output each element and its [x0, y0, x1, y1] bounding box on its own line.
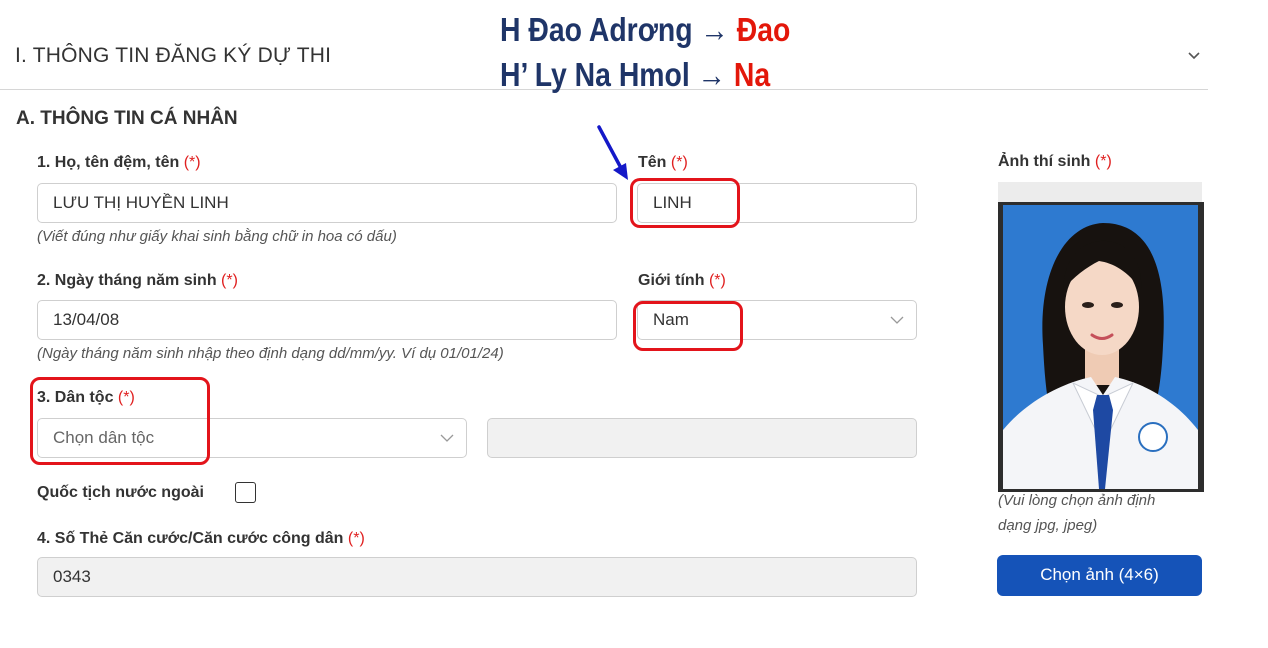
gender-label: Giới tính (*) [638, 272, 726, 290]
id-card-value: 0343 [53, 567, 91, 586]
photo-hint-line-2: dạng jpg, jpeg) [998, 517, 1098, 534]
given-name-label-text: Tên [638, 154, 667, 171]
full-name-label: 1. Họ, tên đệm, tên (*) [37, 154, 201, 172]
full-name-value: LƯU THỊ HUYỀN LINH [53, 193, 229, 212]
annotation-line-2-prefix: H’ Ly Na Hmol → [500, 56, 734, 93]
required-mark: (*) [708, 272, 726, 289]
required-mark: (*) [670, 154, 688, 171]
chevron-down-icon [440, 434, 454, 442]
required-mark: (*) [221, 272, 238, 289]
full-name-input[interactable]: LƯU THỊ HUYỀN LINH [37, 183, 617, 223]
given-name-label: Tên (*) [638, 154, 688, 172]
highlight-given-name [630, 178, 740, 228]
required-mark: (*) [1094, 153, 1112, 170]
photo-label-text: Ảnh thí sinh [998, 153, 1091, 170]
birth-date-input[interactable]: 13/04/08 [37, 300, 617, 340]
section-title: I. THÔNG TIN ĐĂNG KÝ DỰ THI [15, 44, 332, 67]
id-card-label-text: 4. Số Thẻ Căn cước/Căn cước công dân [37, 530, 344, 547]
birth-date-value: 13/04/08 [53, 310, 120, 329]
gender-label-text: Giới tính [638, 272, 705, 289]
highlight-ethnicity [30, 377, 210, 465]
highlight-gender [633, 301, 743, 351]
full-name-label-text: 1. Họ, tên đệm, tên [37, 154, 180, 171]
ethnicity-other-input [487, 418, 917, 458]
portrait-illustration [1003, 223, 1198, 489]
birth-date-hint: (Ngày tháng năm sinh nhập theo định dạng… [37, 345, 504, 362]
annotation-line-1-highlight: Đao [736, 11, 791, 48]
id-card-input: 0343 [37, 557, 917, 597]
annotation-line-2-highlight: Na [733, 56, 771, 93]
birth-date-label: 2. Ngày tháng năm sinh (*) [37, 272, 238, 290]
foreign-nationality-label: Quốc tịch nước ngoài [37, 484, 204, 501]
birth-date-label-text: 2. Ngày tháng năm sinh [37, 272, 217, 289]
photo-frame-top [998, 182, 1202, 202]
photo-hint-line-1: (Vui lòng chọn ảnh định [998, 492, 1156, 509]
subsection-title: A. THÔNG TIN CÁ NHÂN [16, 108, 238, 129]
full-name-hint: (Viết đúng như giấy khai sinh bằng chữ i… [37, 228, 397, 245]
required-mark: (*) [183, 154, 201, 171]
annotation-line-1: H Đao Adrơng → Đao [500, 11, 790, 49]
chevron-down-icon[interactable] [1186, 48, 1202, 64]
foreign-nationality-checkbox[interactable] [235, 482, 256, 503]
candidate-photo-image [1003, 205, 1198, 489]
arrow-annotation-icon [597, 125, 628, 180]
id-card-label: 4. Số Thẻ Căn cước/Căn cước công dân (*) [37, 530, 365, 548]
choose-photo-button[interactable]: Chọn ảnh (4×6) [997, 555, 1202, 596]
chevron-down-icon [890, 316, 904, 324]
annotation-line-1-prefix: H Đao Adrơng → [500, 11, 737, 48]
required-mark: (*) [347, 530, 365, 547]
candidate-photo [998, 202, 1204, 492]
annotation-line-2: H’ Ly Na Hmol → Na [500, 56, 770, 94]
photo-label: Ảnh thí sinh (*) [998, 153, 1112, 171]
